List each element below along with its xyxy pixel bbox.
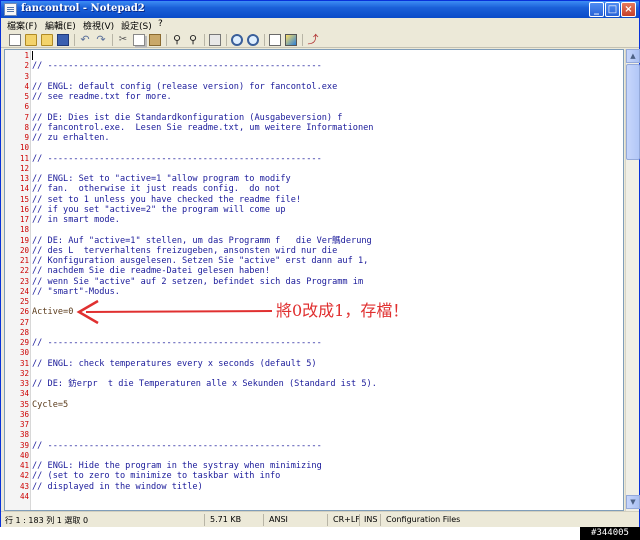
annotation-arrow: [76, 299, 273, 325]
arrow-shaft: [85, 310, 273, 313]
watermark-id: #344005: [580, 527, 640, 540]
annotation-text: 將0改成1，存檔！: [276, 301, 409, 320]
